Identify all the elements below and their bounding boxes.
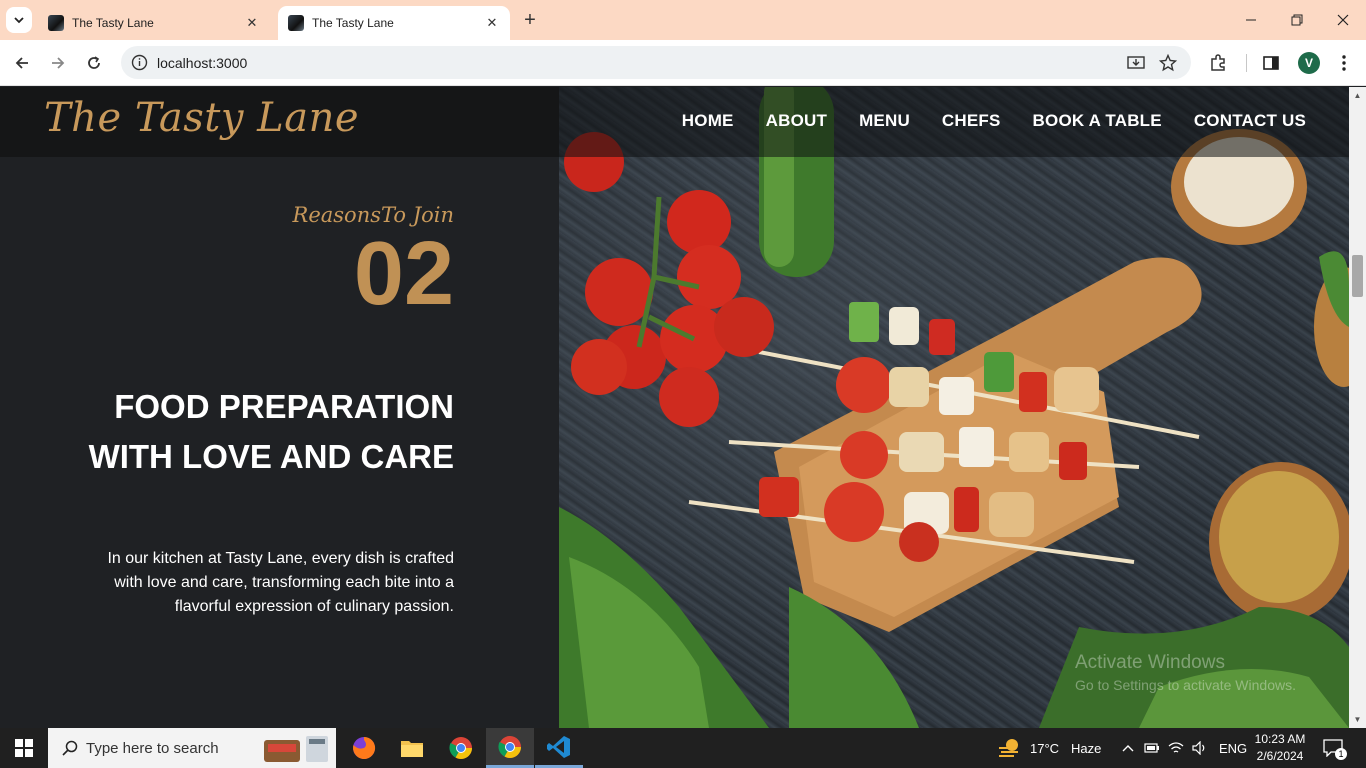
page-viewport: The Tasty Lane HOME ABOUT MENU CHEFS BOO… xyxy=(0,87,1349,728)
chevron-up-icon[interactable] xyxy=(1122,743,1134,753)
puzzle-icon xyxy=(1211,54,1225,71)
install-app-icon[interactable] xyxy=(1127,54,1145,72)
restore-button[interactable] xyxy=(1274,0,1320,40)
close-window-button[interactable] xyxy=(1320,0,1366,40)
minimize-icon xyxy=(1246,19,1256,21)
folder-icon xyxy=(401,741,423,757)
side-panel-button[interactable] xyxy=(1260,52,1282,74)
nav-menu[interactable]: MENU xyxy=(859,111,910,131)
minimize-button[interactable] xyxy=(1228,0,1274,40)
wifi-icon[interactable] xyxy=(1168,741,1184,755)
tab-close-icon[interactable]: ✕ xyxy=(244,15,260,31)
section-description: In our kitchen at Tasty Lane, every dish… xyxy=(107,550,454,615)
browser-menu-button[interactable] xyxy=(1333,52,1355,74)
weather-widget[interactable]: 17°C Haze xyxy=(998,728,1101,768)
site-favicon-icon xyxy=(288,15,304,31)
nav-chefs[interactable]: CHEFS xyxy=(942,111,1001,131)
back-button[interactable] xyxy=(9,50,35,76)
nav-book-a-table[interactable]: BOOK A TABLE xyxy=(1033,111,1162,131)
chevron-down-icon xyxy=(14,17,24,24)
tab-close-icon[interactable]: ✕ xyxy=(484,15,500,31)
site-favicon-icon xyxy=(48,15,64,31)
taskbar-vscode[interactable] xyxy=(535,728,583,768)
vscode-icon xyxy=(547,735,570,758)
main-nav: HOME ABOUT MENU CHEFS BOOK A TABLE CONTA… xyxy=(682,111,1306,131)
new-tab-button[interactable]: + xyxy=(518,9,542,33)
chrome-icon xyxy=(449,737,472,759)
side-panel-icon xyxy=(1263,56,1279,70)
volume-icon[interactable] xyxy=(1192,741,1208,755)
browser-tab-1[interactable]: The Tasty Lane ✕ xyxy=(38,6,270,40)
search-highlight-icon xyxy=(264,736,328,762)
clock-date: 2/6/2024 xyxy=(1256,749,1304,763)
tab-title: The Tasty Lane xyxy=(312,16,394,30)
battery-icon[interactable] xyxy=(1144,742,1160,754)
restore-icon xyxy=(1291,14,1303,26)
extensions-button[interactable] xyxy=(1207,52,1229,74)
taskbar-file-explorer[interactable] xyxy=(388,728,436,768)
site-logo[interactable]: The Tasty Lane xyxy=(44,95,359,141)
hero-food-photo xyxy=(559,87,1349,728)
close-icon xyxy=(1337,14,1349,26)
reload-button[interactable] xyxy=(81,50,107,76)
taskbar-clock[interactable]: 10:23 AM 2/6/2024 xyxy=(1247,731,1313,765)
toolbar-separator xyxy=(1246,54,1247,72)
weather-temp: 17°C xyxy=(1030,740,1060,756)
more-vertical-icon xyxy=(1342,55,1346,71)
reload-icon xyxy=(88,56,100,69)
nav-home[interactable]: HOME xyxy=(682,111,734,131)
taskbar-chrome-active[interactable] xyxy=(486,728,534,768)
arrow-left-icon xyxy=(15,57,28,69)
site-header: The Tasty Lane HOME ABOUT MENU CHEFS BOO… xyxy=(0,87,1349,157)
weather-condition: Haze xyxy=(1071,740,1102,756)
page-scrollbar[interactable]: ▲ ▼ xyxy=(1349,87,1366,728)
tab-search-button[interactable] xyxy=(6,7,32,33)
header-nav-area: HOME ABOUT MENU CHEFS BOOK A TABLE CONTA… xyxy=(559,87,1349,157)
search-icon xyxy=(62,740,78,756)
windows-logo-icon xyxy=(15,739,33,757)
forward-button[interactable] xyxy=(45,50,71,76)
info-icon[interactable] xyxy=(131,54,148,71)
nav-contact-us[interactable]: CONTACT US xyxy=(1194,111,1306,131)
tab-title: The Tasty Lane xyxy=(72,16,154,30)
scroll-up-arrow-icon[interactable]: ▲ xyxy=(1349,87,1366,104)
system-tray-icons[interactable] xyxy=(1122,728,1208,768)
language-indicator[interactable]: ENG xyxy=(1219,728,1247,768)
activate-windows-watermark: Activate Windows Go to Settings to activ… xyxy=(1075,652,1296,693)
profile-avatar[interactable]: V xyxy=(1298,52,1320,74)
taskbar-firefox[interactable] xyxy=(340,728,388,768)
browser-tab-bar: The Tasty Lane ✕ The Tasty Lane ✕ + xyxy=(0,0,1366,40)
firefox-icon xyxy=(353,736,376,759)
chrome-icon xyxy=(498,735,521,758)
arrow-right-icon xyxy=(52,57,65,69)
section-number: 02 xyxy=(353,224,454,324)
bookmark-star-icon[interactable] xyxy=(1159,54,1177,72)
start-button[interactable] xyxy=(0,728,48,768)
clock-time: 10:23 AM xyxy=(1254,732,1306,746)
scroll-down-arrow-icon[interactable]: ▼ xyxy=(1349,711,1366,728)
windows-taskbar: Type here to search 17°C Haze ENG 10:23 … xyxy=(0,728,1366,768)
section-heading: FOOD PREPARATION WITH LOVE AND CARE xyxy=(88,388,454,475)
search-placeholder: Type here to search xyxy=(86,739,219,757)
watermark-title: Activate Windows xyxy=(1075,652,1225,673)
watermark-subtitle: Go to Settings to activate Windows. xyxy=(1075,677,1296,693)
browser-tab-2[interactable]: The Tasty Lane ✕ xyxy=(278,6,510,40)
food-illustration xyxy=(559,87,1349,728)
notification-badge: 1 xyxy=(1335,748,1347,760)
nav-about[interactable]: ABOUT xyxy=(766,111,827,131)
taskbar-chrome[interactable] xyxy=(437,728,485,768)
scrollbar-thumb[interactable] xyxy=(1352,255,1363,297)
header-logo-area: The Tasty Lane xyxy=(0,87,559,157)
taskbar-search-box[interactable]: Type here to search xyxy=(48,728,336,768)
haze-icon xyxy=(999,739,1018,757)
url-text: localhost:3000 xyxy=(157,55,248,71)
notification-center-button[interactable]: 1 xyxy=(1323,728,1347,768)
address-bar[interactable]: localhost:3000 xyxy=(121,46,1191,79)
reasons-section: ReasonsTo Join 02 FOOD PREPARATION WITH … xyxy=(0,157,559,728)
browser-toolbar: localhost:3000 V xyxy=(0,40,1366,86)
